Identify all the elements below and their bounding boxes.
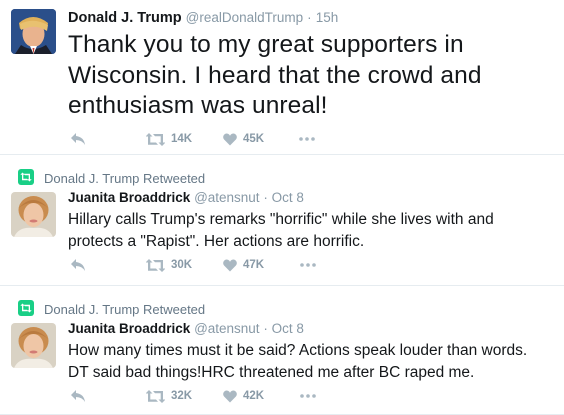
tweet-header: Juanita Broaddrick @atensnut · Oct 8 — [68, 190, 304, 205]
tweet-actions: 32K 42K — [68, 387, 368, 405]
like-button[interactable]: 45K — [223, 130, 264, 148]
more-dots-icon — [299, 137, 315, 141]
tweet-actions: 30K 47K — [68, 256, 368, 274]
retweet-count: 30K — [171, 259, 193, 271]
tweet[interactable]: Donald J. Trump @realDonaldTrump · 15h T… — [0, 0, 564, 155]
retweet-button[interactable]: 14K — [146, 130, 192, 148]
retweet-context: Donald J. Trump Retweeted — [18, 300, 205, 319]
retweeted-by-label[interactable]: Donald J. Trump Retweeted — [44, 171, 205, 186]
timestamp[interactable]: Oct 8 — [272, 190, 304, 205]
author-handle[interactable]: @atensnut — [194, 190, 260, 205]
tweet-text: Thank you to my great supporters in Wisc… — [68, 31, 482, 119]
like-button[interactable]: 47K — [223, 256, 264, 274]
avatar-image — [11, 9, 56, 54]
more-button[interactable] — [300, 256, 316, 274]
separator: · — [263, 321, 268, 336]
retweeted-icon — [18, 169, 34, 185]
reply-button[interactable] — [70, 256, 86, 274]
like-count: 47K — [243, 259, 265, 271]
heart-icon — [223, 258, 237, 271]
separator: · — [263, 190, 268, 205]
avatar[interactable] — [11, 323, 56, 368]
tweet[interactable]: Donald J. Trump Retweeted Juanita Broadd… — [0, 155, 564, 286]
retweet-icon — [146, 389, 165, 403]
avatar[interactable] — [11, 192, 56, 237]
retweet-button[interactable]: 32K — [146, 387, 192, 405]
more-dots-icon — [300, 394, 316, 398]
heart-icon — [223, 132, 237, 145]
retweet-button[interactable]: 30K — [146, 256, 192, 274]
author-name[interactable]: Donald J. Trump — [68, 10, 182, 26]
retweeted-by-label[interactable]: Donald J. Trump Retweeted — [44, 302, 205, 317]
timestamp[interactable]: Oct 8 — [272, 321, 304, 336]
like-count: 45K — [243, 133, 265, 145]
like-count: 42K — [243, 390, 265, 402]
reply-button[interactable] — [70, 130, 86, 148]
reply-button[interactable] — [70, 387, 86, 405]
avatar-image — [11, 323, 56, 368]
author-handle[interactable]: @realDonaldTrump — [186, 10, 304, 25]
avatar-image — [11, 192, 56, 237]
retweet-context: Donald J. Trump Retweeted — [18, 169, 205, 188]
tweet-actions: 14K 45K — [68, 130, 368, 148]
reply-icon — [71, 259, 85, 271]
reply-icon — [71, 390, 85, 402]
more-dots-icon — [300, 263, 316, 267]
avatar[interactable] — [11, 9, 56, 54]
tweet-text: Hillary calls Trump's remarks "horrific"… — [68, 211, 494, 250]
heart-icon — [223, 389, 237, 402]
author-name[interactable]: Juanita Broaddrick — [68, 321, 190, 336]
retweet-count: 14K — [171, 133, 193, 145]
tweet-header: Juanita Broaddrick @atensnut · Oct 8 — [68, 321, 304, 336]
tweet-text: How many times must it be said? Actions … — [68, 342, 528, 381]
like-button[interactable]: 42K — [223, 387, 264, 405]
timestamp[interactable]: 15h — [316, 10, 339, 25]
reply-icon — [71, 133, 85, 145]
tweet[interactable]: Donald J. Trump Retweeted Juanita Broadd… — [0, 286, 564, 415]
more-button[interactable] — [299, 130, 315, 148]
retweet-icon — [146, 258, 165, 272]
separator: · — [307, 10, 312, 25]
more-button[interactable] — [300, 387, 316, 405]
tweet-header: Donald J. Trump @realDonaldTrump · 15h — [68, 10, 338, 26]
retweeted-icon — [18, 300, 34, 316]
retweet-icon — [146, 132, 165, 146]
author-name[interactable]: Juanita Broaddrick — [68, 190, 190, 205]
retweet-count: 32K — [171, 390, 193, 402]
author-handle[interactable]: @atensnut — [194, 321, 260, 336]
